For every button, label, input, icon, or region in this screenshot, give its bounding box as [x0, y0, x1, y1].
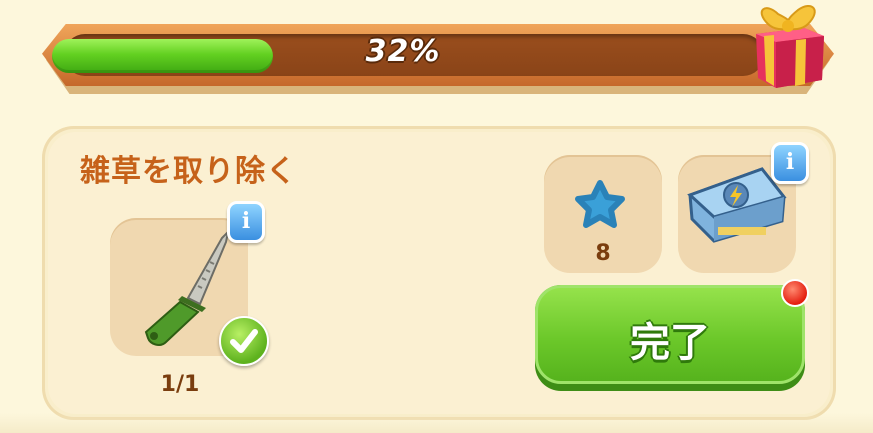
task-title: 雑草を取り除く: [80, 154, 297, 189]
done-button-face: 完了: [535, 285, 805, 384]
required-item-info-icon[interactable]: i: [227, 201, 265, 243]
gift-box-icon[interactable]: [748, 0, 828, 90]
reward-star-count: 8: [595, 241, 611, 266]
done-button[interactable]: 完了: [535, 285, 805, 391]
blue-star-icon: [575, 180, 625, 228]
checkmark-icon: [219, 316, 269, 366]
reward-slot-star[interactable]: 8: [544, 155, 662, 273]
required-item-count: 1/1: [160, 372, 200, 397]
progress-percent: 32%: [365, 34, 441, 69]
bottom-edge: [0, 413, 873, 433]
reward-chest-info-icon[interactable]: i: [771, 142, 809, 184]
progress-bar: 32%: [42, 20, 834, 94]
notification-dot: [781, 279, 809, 307]
done-button-label: 完了: [630, 320, 710, 366]
